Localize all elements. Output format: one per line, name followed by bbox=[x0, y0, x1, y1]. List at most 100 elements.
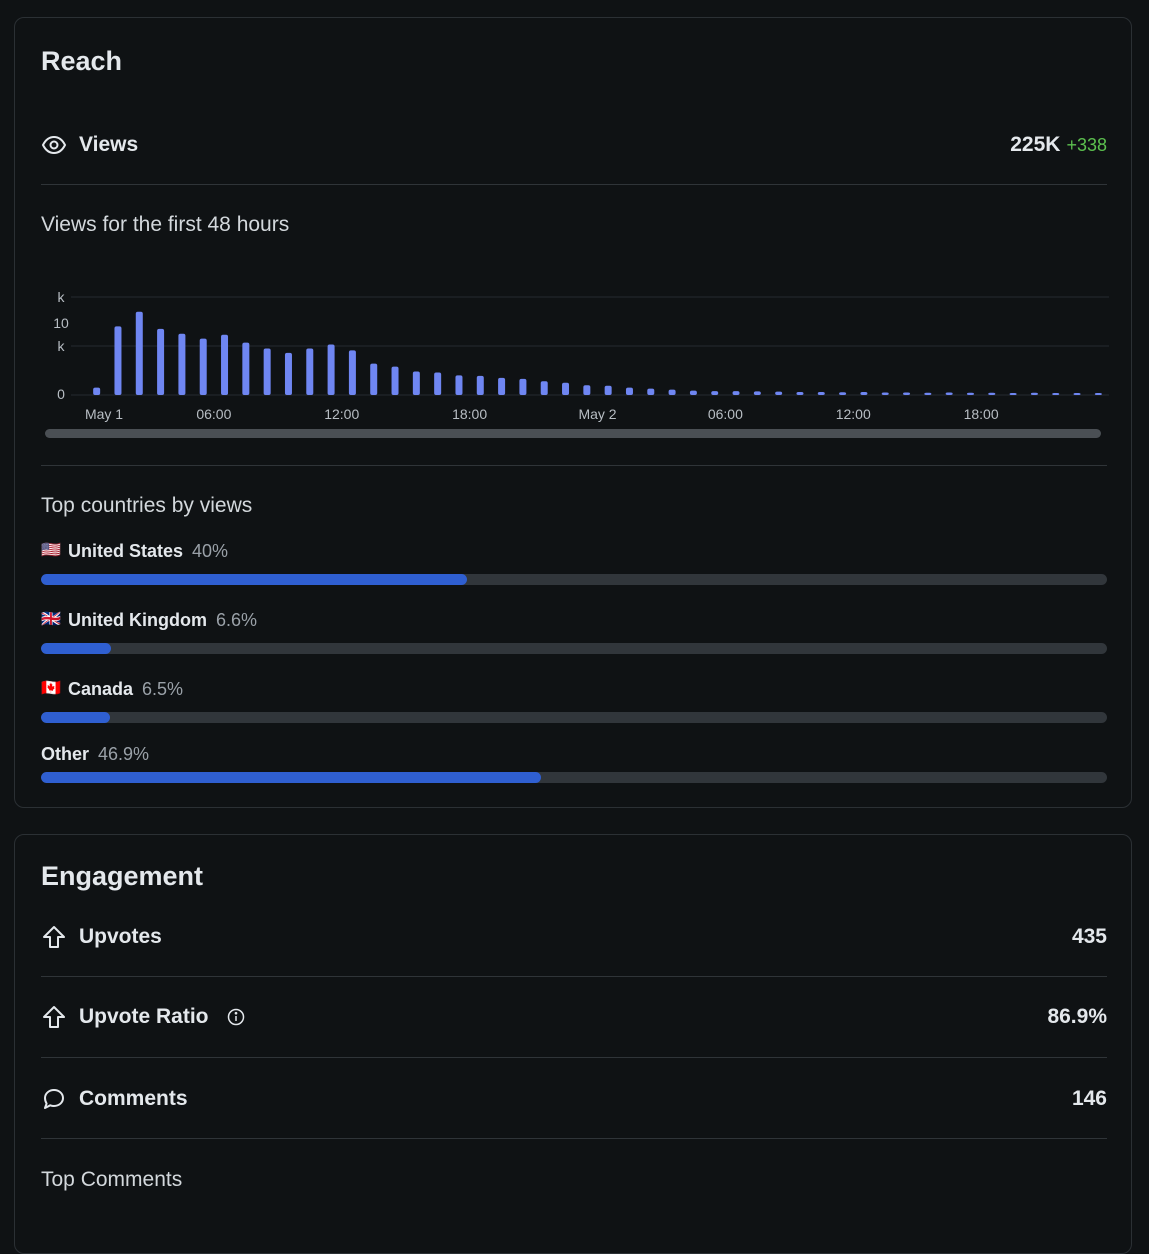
top-comments-title: Top Comments bbox=[41, 1168, 183, 1191]
chart-bar bbox=[135, 311, 143, 395]
chart-bar bbox=[391, 366, 399, 395]
chart-bar bbox=[284, 352, 292, 395]
chart-bar bbox=[903, 392, 911, 395]
views-row: Views 225K +338 bbox=[41, 125, 1107, 165]
country-bar-fill bbox=[41, 712, 111, 723]
chart-bar bbox=[817, 392, 825, 395]
country-name: Other bbox=[41, 743, 90, 764]
upvotes-row: Upvotes 435 bbox=[41, 917, 1107, 957]
chart-bar bbox=[519, 378, 527, 395]
upvote-arrow-icon bbox=[41, 1004, 67, 1030]
divider bbox=[41, 1057, 1107, 1058]
country-item-canada: 🇨🇦 Canada 6.5% bbox=[41, 676, 1107, 736]
engagement-title: Engagement bbox=[41, 861, 204, 891]
country-bar-track bbox=[41, 772, 1107, 783]
chart-bar bbox=[221, 334, 229, 395]
us-flag-icon: 🇺🇸 bbox=[41, 542, 61, 559]
country-item-united-kingdom: 🇬🇧 United Kingdom 6.6% bbox=[41, 607, 1107, 667]
x-tick-label: 12:00 bbox=[324, 406, 359, 422]
chart-bar bbox=[625, 387, 633, 395]
chart-bar bbox=[540, 381, 548, 395]
chart-bar bbox=[263, 348, 271, 395]
chart-bar bbox=[1052, 393, 1060, 395]
chart-bar bbox=[604, 385, 612, 395]
country-name: United Kingdom bbox=[68, 609, 207, 630]
views-label: Views bbox=[79, 133, 139, 156]
upvote-ratio-value: 86.9% bbox=[1047, 1005, 1107, 1028]
eye-icon bbox=[41, 132, 67, 158]
chart-bar bbox=[988, 392, 996, 395]
divider bbox=[41, 465, 1107, 466]
chart-bar bbox=[732, 391, 740, 395]
chart-bar bbox=[562, 382, 570, 395]
chart-bar bbox=[924, 392, 932, 395]
chart-bar bbox=[945, 392, 953, 395]
chart-bar bbox=[476, 375, 484, 395]
comment-bubble-icon bbox=[41, 1086, 67, 1112]
divider bbox=[41, 184, 1107, 185]
chart-bar bbox=[881, 392, 889, 395]
country-name: United States bbox=[68, 540, 184, 561]
country-bar-track bbox=[41, 712, 1107, 723]
x-tick-label: 12:00 bbox=[836, 406, 871, 422]
country-percent: 40% bbox=[192, 540, 229, 561]
chart-bar bbox=[647, 388, 655, 395]
x-tick-label: May 2 bbox=[578, 406, 616, 422]
upvote-arrow-icon bbox=[41, 924, 67, 950]
country-bar-track bbox=[41, 643, 1107, 654]
upvotes-value: 435 bbox=[1071, 925, 1107, 948]
chart-bar bbox=[689, 390, 697, 395]
chart-title: Views for the first 48 hours bbox=[41, 213, 290, 236]
chart-bar bbox=[93, 387, 101, 395]
chart-bar bbox=[1030, 392, 1038, 395]
chart-bar bbox=[860, 392, 868, 395]
chart-bar bbox=[1073, 393, 1081, 395]
x-tick-label: 18:00 bbox=[452, 406, 487, 422]
chart-bar bbox=[796, 392, 804, 395]
y-tick-label: 10 k bbox=[53, 315, 69, 354]
chart-bar bbox=[199, 338, 207, 395]
chart-bar bbox=[668, 389, 676, 395]
views-bar-chart: 0 10k 20k May 1 06:00 12:00 18:00 May 2 06:00 12:… bbox=[53, 283, 1109, 422]
engagement-card: Engagement Upvotes 435 Upvote Ratio 86.9… bbox=[14, 834, 1132, 1254]
x-tick-label: 18:00 bbox=[964, 406, 999, 422]
info-icon[interactable] bbox=[227, 1008, 245, 1026]
chart-bar bbox=[370, 363, 378, 395]
y-tick-label: 20k bbox=[53, 283, 69, 305]
chart-bar bbox=[711, 391, 719, 395]
views-delta: +338 bbox=[1066, 135, 1107, 155]
chart-bar bbox=[753, 391, 761, 395]
country-item-other: Other 46.9% bbox=[41, 741, 1107, 801]
country-name: Canada bbox=[68, 678, 134, 699]
comments-value: 146 bbox=[1071, 1087, 1107, 1110]
comments-label: Comments bbox=[79, 1087, 188, 1110]
chart-bar bbox=[327, 344, 335, 395]
chart-bar bbox=[114, 326, 122, 395]
country-percent: 46.9% bbox=[98, 743, 150, 764]
chart-bar bbox=[966, 392, 974, 395]
upvote-ratio-label: Upvote Ratio bbox=[79, 1005, 209, 1028]
x-tick-label: 06:00 bbox=[196, 406, 231, 422]
country-bar-fill bbox=[41, 643, 112, 654]
upvote-ratio-row: Upvote Ratio 86.9% bbox=[41, 997, 1107, 1037]
chart-bar bbox=[1094, 393, 1102, 395]
reach-card: Reach Views 225K +338 Views for the first… bbox=[14, 17, 1132, 808]
y-tick-label: 0 bbox=[57, 386, 65, 402]
x-tick-label: May 1 bbox=[85, 406, 123, 422]
chart-scrollbar[interactable] bbox=[45, 429, 1101, 438]
chart-bar bbox=[412, 371, 420, 395]
countries-title: Top countries by views bbox=[41, 494, 253, 517]
chart-bar bbox=[178, 333, 186, 395]
chart-bar bbox=[455, 375, 463, 395]
chart-bar bbox=[775, 391, 783, 395]
views-value: 225K bbox=[1010, 133, 1061, 156]
chart-bar bbox=[242, 342, 250, 395]
country-bar-track bbox=[41, 574, 1107, 585]
chart-bar bbox=[583, 385, 591, 395]
divider bbox=[41, 1138, 1107, 1139]
chart-bar bbox=[348, 350, 356, 395]
upvotes-label: Upvotes bbox=[79, 925, 162, 948]
chart-bar bbox=[1009, 393, 1017, 395]
country-item-united-states: 🇺🇸 United States 40% bbox=[41, 538, 1107, 598]
divider bbox=[41, 976, 1107, 977]
